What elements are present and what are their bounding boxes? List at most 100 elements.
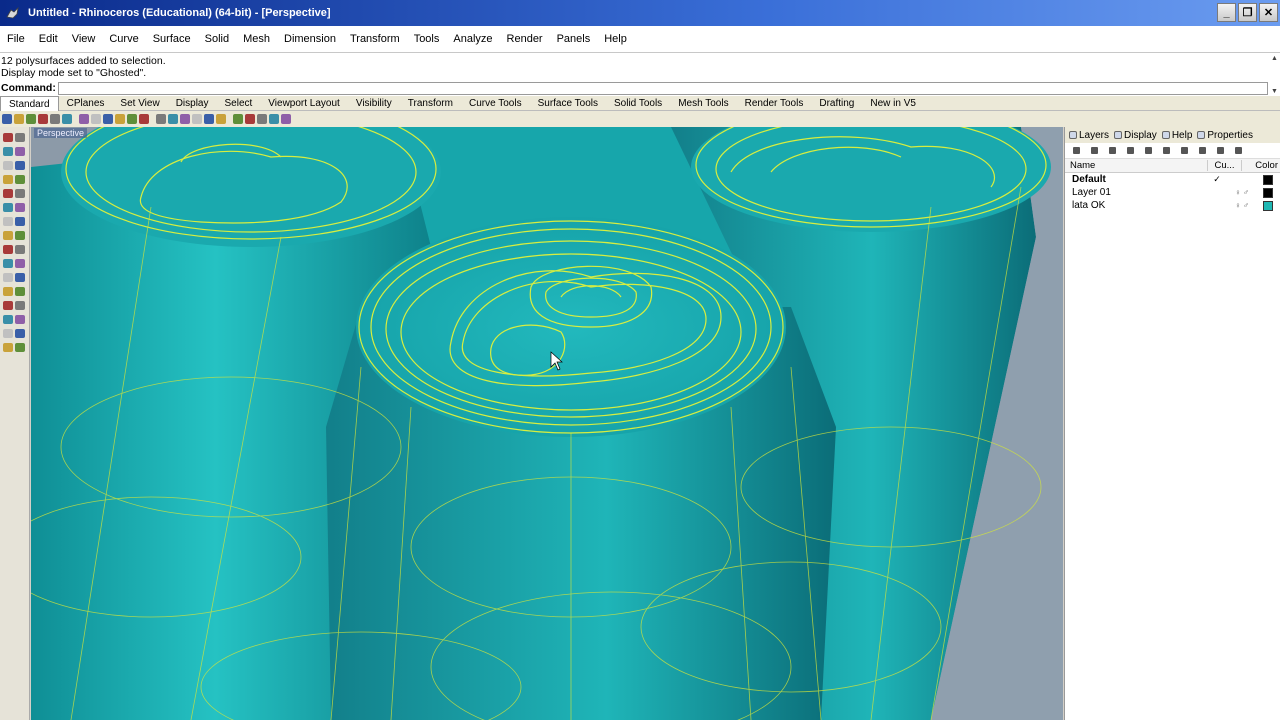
move-up-icon[interactable] <box>1127 147 1134 154</box>
viewport-label[interactable]: Perspective <box>34 128 88 138</box>
zoom-icon[interactable] <box>156 114 166 124</box>
menu-file[interactable]: File <box>0 33 32 45</box>
fillet-icon[interactable] <box>3 203 13 212</box>
command-scrollbar[interactable]: ▲ ▼ <box>1269 55 1280 95</box>
grid-icon[interactable] <box>204 114 214 124</box>
menu-help[interactable]: Help <box>597 33 634 45</box>
options-icon[interactable] <box>269 114 279 124</box>
offset-icon[interactable] <box>15 203 25 212</box>
loft-icon[interactable] <box>15 217 25 226</box>
layer-flags[interactable]: ♀ ♂ <box>1227 188 1257 197</box>
menu-analyze[interactable]: Analyze <box>446 33 499 45</box>
model-render[interactable] <box>31 127 1063 720</box>
tab-set-view[interactable]: Set View <box>112 96 167 111</box>
redo-icon[interactable] <box>115 114 125 124</box>
group-icon[interactable] <box>15 329 25 338</box>
move-out-icon[interactable] <box>1163 147 1170 154</box>
save-icon[interactable] <box>26 114 36 124</box>
tab-layers[interactable]: Layers <box>1069 130 1109 141</box>
layer-color-swatch[interactable] <box>1263 174 1273 185</box>
box-icon[interactable] <box>3 231 13 240</box>
tab-new-in-v5[interactable]: New in V5 <box>862 96 924 111</box>
move-icon[interactable] <box>15 259 25 268</box>
scroll-up-icon[interactable]: ▲ <box>1271 55 1278 62</box>
print-icon[interactable] <box>38 114 48 124</box>
rotate-object-icon[interactable] <box>15 273 25 282</box>
undo-icon[interactable] <box>103 114 113 124</box>
explode-icon[interactable] <box>3 315 13 324</box>
scale-icon[interactable] <box>3 287 13 296</box>
materials-icon[interactable] <box>257 114 267 124</box>
tab-render-tools[interactable]: Render Tools <box>737 96 812 111</box>
tab-mesh-tools[interactable]: Mesh Tools <box>670 96 736 111</box>
cut-icon[interactable] <box>62 114 72 124</box>
column-color[interactable]: Color <box>1241 160 1280 171</box>
pan-icon[interactable] <box>127 114 137 124</box>
layer-color-swatch[interactable] <box>1263 187 1273 198</box>
open-icon[interactable] <box>14 114 24 124</box>
move-in-icon[interactable] <box>1181 147 1188 154</box>
menu-curve[interactable]: Curve <box>102 33 145 45</box>
layer-row[interactable]: Layer 01 ♀ ♂ <box>1065 186 1280 199</box>
layer-row[interactable]: lata OK ♀ ♂ <box>1065 199 1280 212</box>
menu-edit[interactable]: Edit <box>32 33 65 45</box>
menu-view[interactable]: View <box>65 33 103 45</box>
menu-transform[interactable]: Transform <box>343 33 407 45</box>
select-points-icon[interactable] <box>3 133 13 142</box>
zoom-selected-icon[interactable] <box>192 114 202 124</box>
minimize-button[interactable]: _ <box>1217 3 1236 22</box>
perspective-viewport[interactable]: Perspective <box>31 127 1063 720</box>
lights-icon[interactable] <box>233 114 243 124</box>
column-name[interactable]: Name <box>1065 160 1207 171</box>
array-icon[interactable] <box>3 301 13 310</box>
tab-transform[interactable]: Transform <box>400 96 461 111</box>
scroll-down-icon[interactable]: ▼ <box>1271 88 1278 95</box>
new-layer-icon[interactable] <box>1073 147 1080 154</box>
tools-icon[interactable] <box>1217 147 1224 154</box>
new-icon[interactable] <box>2 114 12 124</box>
tab-select[interactable]: Select <box>217 96 261 111</box>
menu-dimension[interactable]: Dimension <box>277 33 343 45</box>
tab-display[interactable]: Display <box>1114 130 1157 141</box>
filter-icon[interactable] <box>1199 147 1206 154</box>
tab-standard[interactable]: Standard <box>0 95 59 111</box>
menu-tools[interactable]: Tools <box>407 33 447 45</box>
layer-options-icon[interactable] <box>1235 147 1242 154</box>
current-check-icon[interactable]: ✓ <box>1207 174 1227 185</box>
tab-visibility[interactable]: Visibility <box>348 96 400 111</box>
trim-icon[interactable] <box>15 315 25 324</box>
text-icon[interactable] <box>15 189 25 198</box>
zoom-window-icon[interactable] <box>168 114 178 124</box>
tab-solid-tools[interactable]: Solid Tools <box>606 96 670 111</box>
tab-display[interactable]: Display <box>168 96 217 111</box>
menu-surface[interactable]: Surface <box>146 33 198 45</box>
mirror-icon[interactable] <box>15 287 25 296</box>
hide-icon[interactable] <box>3 343 13 352</box>
menu-panels[interactable]: Panels <box>550 33 598 45</box>
layer-row[interactable]: Default ✓ <box>1065 173 1280 186</box>
menu-solid[interactable]: Solid <box>198 33 236 45</box>
layer-flags[interactable]: ♀ ♂ <box>1227 201 1257 210</box>
tab-cplanes[interactable]: CPlanes <box>59 96 113 111</box>
dimension-icon[interactable] <box>3 259 13 268</box>
delete-layer-icon[interactable] <box>1109 147 1116 154</box>
copy-icon[interactable] <box>79 114 89 124</box>
new-sublayer-icon[interactable] <box>1091 147 1098 154</box>
rectangle-icon[interactable] <box>15 175 25 184</box>
lock-icon[interactable] <box>15 343 25 352</box>
menu-mesh[interactable]: Mesh <box>236 33 277 45</box>
select-icon[interactable] <box>216 114 226 124</box>
polygon-icon[interactable] <box>3 189 13 198</box>
tab-viewport-layout[interactable]: Viewport Layout <box>260 96 348 111</box>
rotate-icon[interactable] <box>139 114 149 124</box>
render-icon[interactable] <box>245 114 255 124</box>
column-current[interactable]: Cu... <box>1207 160 1241 171</box>
move-down-icon[interactable] <box>1145 147 1152 154</box>
tab-surface-tools[interactable]: Surface Tools <box>530 96 606 111</box>
copy-object-icon[interactable] <box>3 273 13 282</box>
layer-color-swatch[interactable] <box>1263 200 1273 211</box>
extrude-icon[interactable] <box>3 217 13 226</box>
point-icon[interactable] <box>15 133 25 142</box>
tab-properties[interactable]: Properties <box>1197 130 1253 141</box>
join-icon[interactable] <box>15 301 25 310</box>
